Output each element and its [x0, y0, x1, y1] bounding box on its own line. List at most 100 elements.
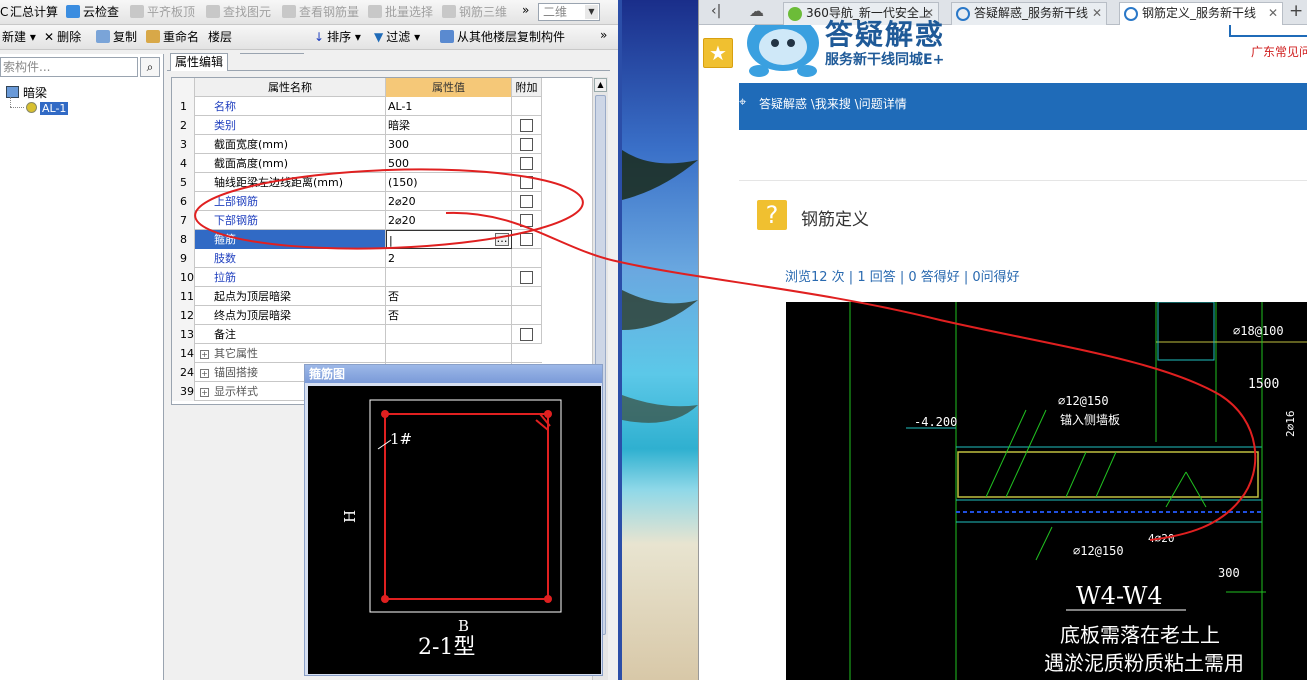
rebar-3d-button[interactable]: 钢筋三维: [442, 4, 507, 21]
property-value[interactable]: 500: [386, 154, 512, 173]
scroll-up-icon[interactable]: ▲: [594, 78, 607, 92]
property-grid: 属性名称 属性值 附加 1 名称 AL-1 2 类别 暗梁 3 截面宽度(mm) 300 4 截面高…: [171, 77, 593, 405]
cloud-icon[interactable]: ☁: [749, 2, 764, 20]
sort-button[interactable]: ↓ 排序 ▾: [314, 29, 361, 46]
attach-cell: [512, 135, 542, 154]
property-value[interactable]: 2⌀20: [386, 211, 512, 230]
property-row[interactable]: 1 名称 AL-1: [172, 97, 542, 116]
grid-3d-icon: [442, 5, 456, 18]
property-value[interactable]: [386, 344, 512, 363]
new-tab-icon[interactable]: +: [1289, 1, 1303, 21]
tab-property-edit[interactable]: 属性编辑: [170, 53, 228, 71]
property-row[interactable]: 11 起点为顶层暗梁 否: [172, 287, 542, 306]
property-row[interactable]: 12 终点为顶层暗梁 否: [172, 306, 542, 325]
tree-connector: [10, 97, 11, 107]
attach-checkbox[interactable]: [520, 176, 533, 189]
property-row[interactable]: 7 下部钢筋 2⌀20: [172, 211, 542, 230]
attach-checkbox[interactable]: [520, 233, 533, 246]
property-name-text: 肢数: [214, 252, 236, 265]
property-name: 肢数: [195, 249, 386, 268]
find-element-button[interactable]: 查找图元: [206, 4, 271, 21]
desktop-wallpaper: [622, 0, 698, 680]
property-value[interactable]: [386, 325, 512, 344]
property-value[interactable]: 300: [386, 135, 512, 154]
property-name: 类别: [195, 116, 386, 135]
property-group-row[interactable]: 14 + 其它属性: [172, 344, 542, 363]
search-button[interactable]: ⌕: [140, 57, 160, 77]
property-value[interactable]: AL-1: [386, 97, 512, 116]
property-row[interactable]: 3 截面宽度(mm) 300: [172, 135, 542, 154]
property-name-text: 终点为顶层暗梁: [214, 309, 291, 322]
attach-checkbox[interactable]: [520, 195, 533, 208]
svg-text:⌀12@150: ⌀12@150: [1073, 544, 1124, 558]
property-value[interactable]: (150): [386, 173, 512, 192]
toolbar2-overflow[interactable]: »: [600, 27, 607, 44]
toolbar-prefix: C: [0, 5, 9, 19]
close-tab-icon[interactable]: ✕: [1092, 3, 1102, 24]
attach-checkbox[interactable]: [520, 157, 533, 170]
ellipsis-button[interactable]: …: [495, 233, 509, 246]
property-name: 起点为顶层暗梁: [195, 287, 386, 306]
property-value[interactable]: |…: [386, 230, 512, 249]
filter-button[interactable]: ▼ 过滤 ▾: [374, 29, 420, 46]
property-name: 拉筋: [195, 268, 386, 287]
attach-checkbox[interactable]: [520, 138, 533, 151]
attach-checkbox[interactable]: [520, 328, 533, 341]
property-value[interactable]: 否: [386, 287, 512, 306]
toolbar-overflow[interactable]: »: [522, 2, 529, 19]
back-icon[interactable]: ‹|: [711, 3, 721, 19]
batch-select-button[interactable]: 批量选择: [368, 4, 433, 21]
expand-plus-icon[interactable]: +: [200, 388, 209, 397]
cloud-check-button[interactable]: 云检查: [66, 4, 119, 21]
attach-cell: [512, 287, 542, 306]
property-row[interactable]: 2 类别 暗梁: [172, 116, 542, 135]
property-name-text: 截面宽度(mm): [214, 138, 289, 151]
property-value-text: (150): [388, 176, 418, 189]
right-note-link[interactable]: 广东常见问: [1251, 43, 1307, 60]
tree-child-item[interactable]: AL-1: [26, 101, 69, 115]
property-value[interactable]: 2⌀20: [386, 192, 512, 211]
site-banner: 答疑解惑 服务新干线同城E+ 广东常见问: [739, 18, 1307, 83]
rebar-corner: [381, 410, 389, 418]
new-button[interactable]: 新建 ▾: [2, 29, 36, 46]
copy-button[interactable]: 复制: [96, 29, 137, 46]
favorite-star-icon[interactable]: ★: [703, 38, 733, 68]
location-pin-icon: ⌖: [739, 95, 747, 110]
flush-slab-top-button[interactable]: 平齐板顶: [130, 4, 195, 21]
copy-from-floor-button[interactable]: 从其他楼层复制构件: [440, 29, 565, 46]
browser-tab-qa[interactable]: 答疑解惑_服务新干线 ✕: [951, 2, 1107, 25]
property-value[interactable]: 2: [386, 249, 512, 268]
view-rebar-qty-button[interactable]: 查看钢筋量: [282, 4, 359, 21]
property-row[interactable]: 9 肢数 2: [172, 249, 542, 268]
expand-plus-icon[interactable]: +: [200, 369, 209, 378]
component-toolbar: 新建 ▾ ✕删除 复制 重命名 楼层 首层▼ ↓排序 ▾ ▼过滤 ▾ 从其他楼层…: [0, 25, 618, 71]
tree-root-item[interactable]: 暗梁: [6, 84, 47, 101]
property-row[interactable]: 4 截面高度(mm) 500: [172, 154, 542, 173]
close-tab-icon[interactable]: ✕: [1268, 3, 1278, 24]
flush-slab-icon: [130, 5, 144, 18]
property-row[interactable]: 10 拉筋: [172, 268, 542, 287]
tree-connector: [10, 107, 24, 108]
attach-cell: [512, 230, 542, 249]
property-row[interactable]: 13 备注: [172, 325, 542, 344]
summary-calc-button[interactable]: 汇总计算: [10, 4, 58, 21]
attach-checkbox[interactable]: [520, 271, 533, 284]
search-input[interactable]: 索构件...: [0, 57, 138, 77]
property-row[interactable]: 8 箍筋 |…: [172, 230, 542, 249]
property-name-text: 拉筋: [214, 271, 236, 284]
property-value[interactable]: 暗梁: [386, 116, 512, 135]
attach-checkbox[interactable]: [520, 214, 533, 227]
property-value[interactable]: 否: [386, 306, 512, 325]
property-value[interactable]: [386, 268, 512, 287]
delete-button[interactable]: ✕ 删除: [44, 29, 81, 46]
expand-plus-icon[interactable]: +: [200, 350, 209, 359]
property-value-text: 暗梁: [388, 119, 410, 132]
property-row[interactable]: 6 上部钢筋 2⌀20: [172, 192, 542, 211]
view-mode-select[interactable]: 二维 ▼: [538, 3, 600, 21]
attach-checkbox[interactable]: [520, 119, 533, 132]
main-toolbar: C 汇总计算 云检查 平齐板顶 查找图元 查看钢筋量 批量选择 钢筋三维 » 二…: [0, 0, 618, 25]
browser-tab-rebar[interactable]: 钢筋定义_服务新干线 ✕: [1119, 2, 1283, 26]
breadcrumb[interactable]: 答疑解惑 \我来搜 \问题详情: [759, 95, 907, 112]
rename-button[interactable]: 重命名: [146, 29, 199, 46]
property-row[interactable]: 5 轴线距梁左边线距离(mm) (150): [172, 173, 542, 192]
